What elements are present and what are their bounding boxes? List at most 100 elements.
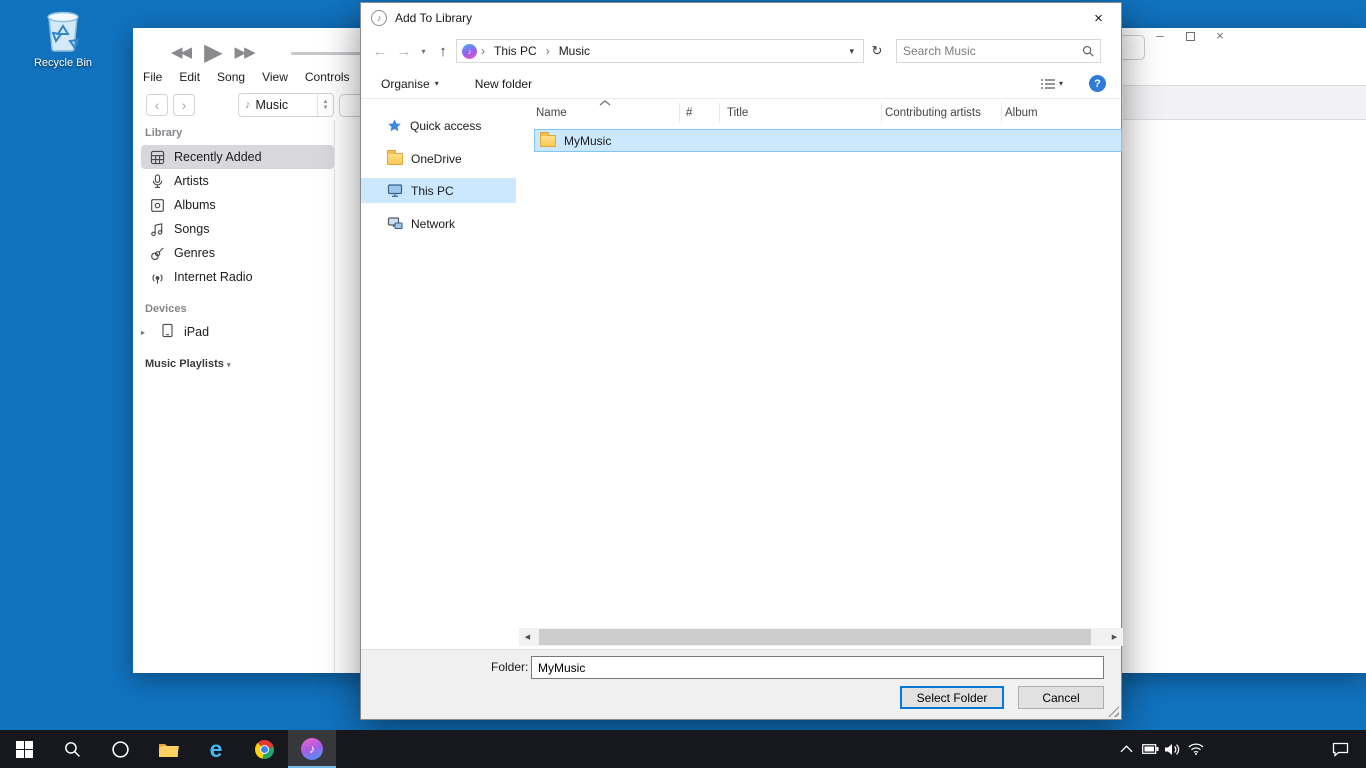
nav-back-button[interactable]: ← xyxy=(369,43,391,60)
resize-grip[interactable] xyxy=(1108,706,1119,717)
file-explorer-icon xyxy=(158,741,179,758)
fast-forward-button[interactable]: ▶▶ xyxy=(235,43,254,61)
itunes-search-field-fragment[interactable] xyxy=(1121,35,1145,60)
column-separator[interactable] xyxy=(719,103,720,123)
recycle-bin-shortcut[interactable]: Recycle Bin xyxy=(28,6,98,69)
itunes-back-button[interactable]: ‹ xyxy=(146,94,168,116)
organise-menu-button[interactable]: Organise ▾ xyxy=(381,77,439,91)
nav-pane-this-pc[interactable]: This PC xyxy=(361,178,516,203)
artists-mic-icon xyxy=(150,174,165,189)
nav-pane-label: OneDrive xyxy=(411,152,462,166)
menu-view[interactable]: View xyxy=(262,70,288,84)
sidebar-item-label: Albums xyxy=(174,198,216,212)
column-header-album[interactable]: Album xyxy=(1005,107,1038,119)
address-dropdown-chevron-icon[interactable]: ▾ xyxy=(845,46,858,57)
sidebar-item-albums[interactable]: Albums xyxy=(141,193,334,217)
music-note-icon: ♪ xyxy=(245,99,251,111)
scroll-left-arrow[interactable]: ◀ xyxy=(519,633,536,641)
itunes-forward-button[interactable]: › xyxy=(173,94,195,116)
chrome-button[interactable] xyxy=(240,730,288,768)
taskbar: e ♪ xyxy=(0,730,1366,768)
volume-tray-button[interactable] xyxy=(1160,730,1184,768)
breadcrumb-this-pc[interactable]: This PC xyxy=(489,44,542,58)
sidebar-item-internet-radio[interactable]: Internet Radio xyxy=(141,265,334,289)
dialog-title-bar[interactable]: ♪ Add To Library × xyxy=(361,3,1121,33)
nav-pane-quick-access[interactable]: Quick access xyxy=(361,113,516,138)
nav-pane-onedrive[interactable]: OneDrive xyxy=(361,146,516,171)
nav-pane-network[interactable]: Network xyxy=(361,211,516,236)
rewind-button[interactable]: ◀◀ xyxy=(171,43,190,61)
action-center-button[interactable] xyxy=(1320,730,1360,768)
cancel-button[interactable]: Cancel xyxy=(1018,686,1104,709)
address-bar[interactable]: ♪ › This PC › Music ▾ xyxy=(456,39,864,63)
refresh-button[interactable]: ↻ xyxy=(866,43,888,59)
column-header-name[interactable]: Name xyxy=(536,107,567,119)
sidebar-divider xyxy=(334,120,335,673)
search-box[interactable] xyxy=(896,39,1101,63)
show-hidden-icons-button[interactable] xyxy=(1114,730,1138,768)
volume-slider[interactable] xyxy=(291,52,361,55)
change-view-button[interactable]: ▾ xyxy=(1040,77,1063,91)
close-window-button[interactable]: × xyxy=(1207,28,1233,46)
horizontal-scrollbar[interactable]: ◀ ▶ xyxy=(519,628,1123,646)
sidebar-item-recently-added[interactable]: Recently Added xyxy=(141,145,334,169)
nav-history-chevron-icon[interactable]: ▾ xyxy=(417,47,430,56)
new-folder-button[interactable]: New folder xyxy=(475,77,532,91)
nav-forward-button[interactable]: → xyxy=(393,43,415,60)
file-explorer-button[interactable] xyxy=(144,730,192,768)
column-separator[interactable] xyxy=(679,103,680,123)
music-playlists-header[interactable]: Music Playlists ▾ xyxy=(145,358,230,370)
sidebar-item-artists[interactable]: Artists xyxy=(141,169,334,193)
column-separator[interactable] xyxy=(881,103,882,123)
cortana-button[interactable] xyxy=(96,730,144,768)
internet-explorer-button[interactable]: e xyxy=(192,730,240,768)
itunes-icon: ♪ xyxy=(301,738,323,760)
devices-header: Devices xyxy=(145,303,187,315)
scroll-right-arrow[interactable]: ▶ xyxy=(1106,633,1123,641)
sidebar-item-ipad[interactable]: ▸ iPad xyxy=(141,320,334,344)
sidebar-item-songs[interactable]: Songs xyxy=(141,217,334,241)
quick-access-star-icon xyxy=(387,118,402,133)
media-kind-selector[interactable]: ♪ Music ▲▼ xyxy=(238,93,334,117)
start-button[interactable] xyxy=(0,730,48,768)
folder-name-input[interactable] xyxy=(531,656,1104,679)
sidebar-item-label: Songs xyxy=(174,222,209,236)
column-header-number[interactable]: # xyxy=(686,107,692,119)
folder-field-label: Folder: xyxy=(491,660,528,674)
menu-file[interactable]: File xyxy=(143,70,162,84)
menu-controls[interactable]: Controls xyxy=(305,70,350,84)
add-to-library-dialog: ♪ Add To Library × ← → ▾ ↑ ♪ › This PC ›… xyxy=(360,2,1122,720)
breadcrumb-music[interactable]: Music xyxy=(554,44,595,58)
selector-stepper-icon: ▲▼ xyxy=(317,94,333,116)
column-separator[interactable] xyxy=(1001,103,1002,123)
menu-edit[interactable]: Edit xyxy=(179,70,200,84)
dialog-command-bar: Organise ▾ New folder ▾ ? xyxy=(361,69,1121,99)
internet-explorer-icon: e xyxy=(210,738,223,761)
itunes-transport: ◀◀ ▶ ▶▶ xyxy=(171,34,254,70)
network-tray-button[interactable] xyxy=(1184,730,1208,768)
onedrive-icon xyxy=(387,153,403,165)
sidebar-item-label: Recently Added xyxy=(174,150,262,164)
menu-song[interactable]: Song xyxy=(217,70,245,84)
scrollbar-thumb[interactable] xyxy=(539,629,1091,645)
taskbar-search-button[interactable] xyxy=(48,730,96,768)
itunes-dialog-icon: ♪ xyxy=(371,10,387,26)
nav-up-button[interactable]: ↑ xyxy=(432,43,454,60)
itunes-taskbar-button[interactable]: ♪ xyxy=(288,730,336,768)
sidebar-item-genres[interactable]: Genres xyxy=(141,241,334,265)
play-button[interactable]: ▶ xyxy=(204,38,220,67)
battery-tray-button[interactable] xyxy=(1138,730,1162,768)
select-folder-button[interactable]: Select Folder xyxy=(900,686,1004,709)
minimize-button[interactable]: – xyxy=(1147,28,1173,46)
nav-pane-label: This PC xyxy=(411,184,454,198)
dialog-close-button[interactable]: × xyxy=(1076,3,1121,33)
cortana-icon xyxy=(111,740,130,759)
search-input[interactable] xyxy=(903,44,1082,58)
expand-chevron-icon[interactable]: ▸ xyxy=(141,328,151,337)
maximize-button[interactable] xyxy=(1177,28,1203,46)
column-header-contributing-artists[interactable]: Contributing artists xyxy=(885,107,981,119)
column-header-title[interactable]: Title xyxy=(727,107,748,119)
sidebar-item-label: iPad xyxy=(184,325,209,339)
help-button[interactable]: ? xyxy=(1089,75,1106,92)
file-row-mymusic[interactable]: MyMusic xyxy=(534,129,1122,152)
